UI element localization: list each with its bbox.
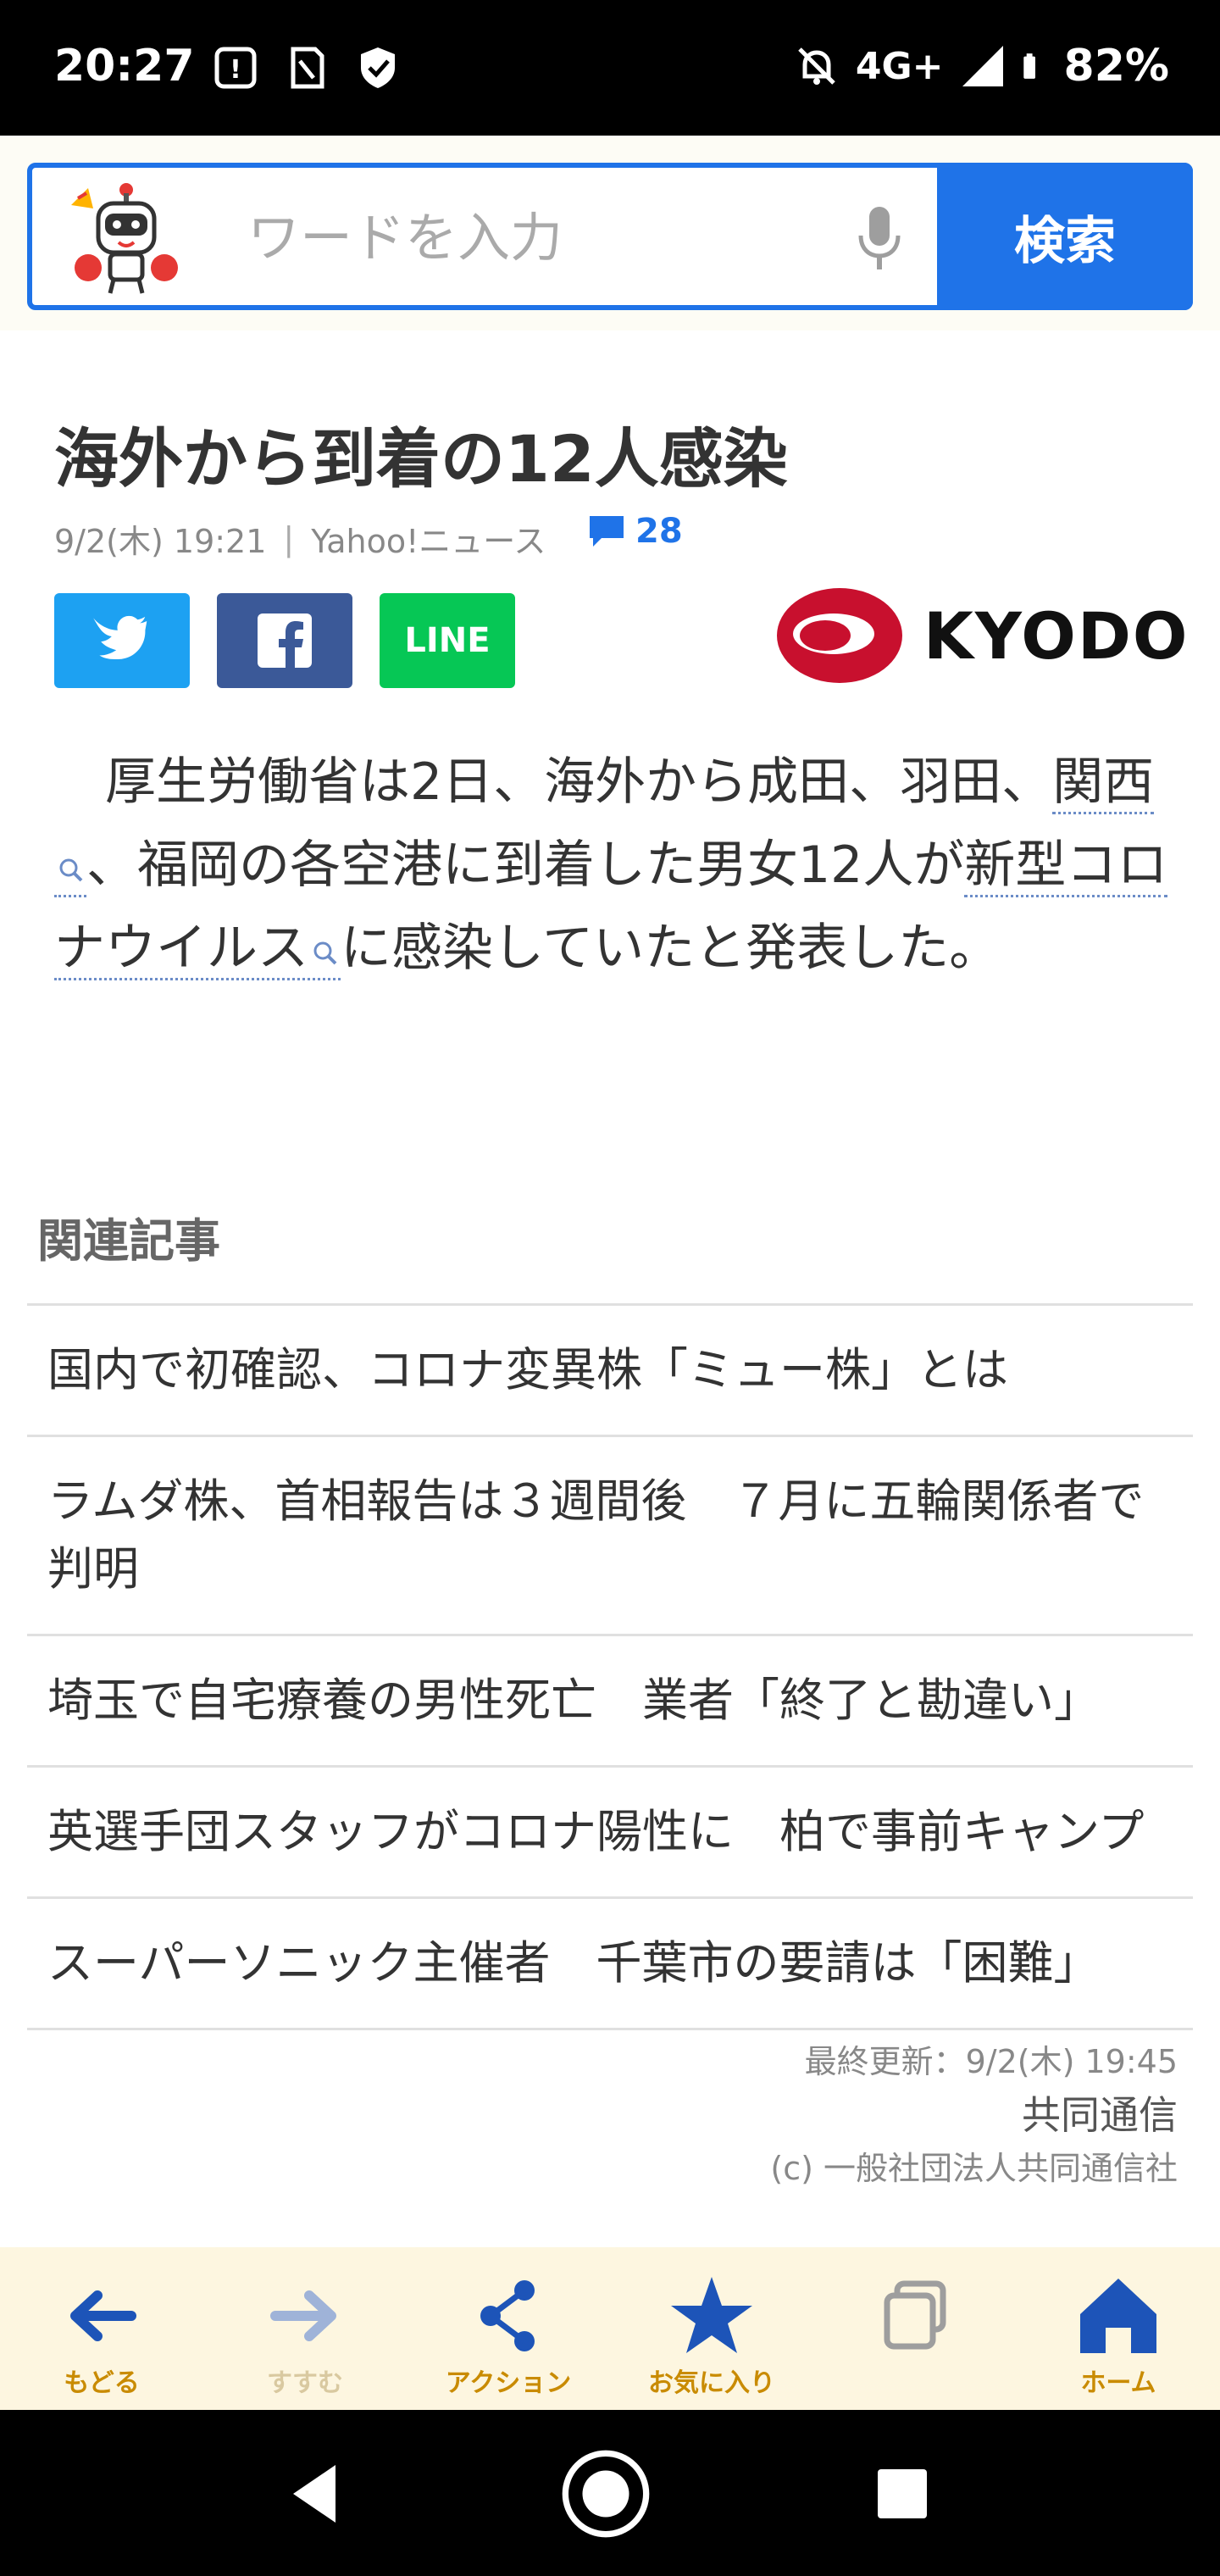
sim-icon <box>291 47 324 89</box>
system-recents-button[interactable] <box>856 2447 949 2540</box>
footer-source[interactable]: 共同通信 <box>770 2085 1178 2145</box>
system-home-button[interactable] <box>559 2447 652 2540</box>
network-type: 4G+ <box>855 44 944 88</box>
provider-logo[interactable]: KYODO <box>776 586 1190 685</box>
article-date: 9/2(木) 19:21 <box>54 523 267 560</box>
shield-icon <box>361 47 395 88</box>
status-bar: 20:27 ! 4G+ 82% <box>0 0 1220 136</box>
comments-link[interactable]: 28 <box>588 512 683 551</box>
keyword-text: 関西 <box>1052 752 1155 812</box>
provider-logo-text: KYODO <box>923 597 1190 674</box>
search-button[interactable]: 検索 <box>937 163 1193 310</box>
battery-level: 82% <box>1063 41 1169 92</box>
facebook-icon <box>258 613 312 668</box>
article-body-text: に感染していたと発表した。 <box>341 919 1001 978</box>
nav-back-button[interactable]: もどる <box>0 2247 203 2410</box>
article-footer: 最終更新：9/2(木) 19:45 共同通信 (c) 一般社団法人共同通信社 <box>770 2038 1178 2192</box>
nav-back-label: もどる <box>64 2368 140 2398</box>
search-box: 検索 <box>27 163 1193 310</box>
battery-icon <box>1023 53 1035 79</box>
line-label: LINE <box>404 621 491 660</box>
article-body: 厚生労働省は2日、海外から成田、羽田、関西、福岡の各空港に到着した男女12人が新… <box>54 741 1173 990</box>
bell-off-icon <box>798 47 835 85</box>
related-article-link[interactable]: スーパーソニック主催者 千葉市の要請は「困難」 <box>27 1899 1193 2030</box>
arrow-left-icon <box>70 2290 136 2341</box>
system-icons: 4G+ 82% <box>793 41 1169 92</box>
square-recents-icon <box>878 2469 927 2518</box>
share-icon <box>480 2280 535 2351</box>
search-header: 検索 <box>0 136 1220 330</box>
related-article-link[interactable]: ラムダ株、首相報告は３週間後 ７月に五輪関係者で判明 <box>27 1437 1193 1636</box>
search-icon <box>59 858 83 882</box>
kyodo-logo-icon <box>777 588 902 683</box>
article-title: 海外から到着の12人感染 <box>54 421 788 497</box>
svg-text:!: ! <box>230 55 241 85</box>
nav-tabs-button[interactable] <box>813 2247 1017 2410</box>
search-input[interactable] <box>247 186 840 288</box>
nav-favorites-label: お気に入り <box>648 2368 775 2398</box>
signal-icon <box>962 46 1003 86</box>
home-icon <box>1080 2279 1156 2353</box>
notification-app-icon: ! <box>214 47 257 89</box>
article-source[interactable]: Yahoo!ニュース <box>311 515 546 562</box>
copyright: (c) 一般社団法人共同通信社 <box>770 2150 1178 2187</box>
related-article-link[interactable]: 英選手団スタッフがコロナ陽性に 柏で事前キャンプ <box>27 1768 1193 1899</box>
tabs-icon <box>884 2280 946 2350</box>
microphone-icon[interactable] <box>846 202 913 278</box>
system-back-button[interactable] <box>268 2447 361 2540</box>
comment-count: 28 <box>635 512 683 551</box>
nav-action-label: アクション <box>445 2368 572 2398</box>
twitter-icon <box>93 615 147 659</box>
arrow-right-icon <box>270 2290 336 2341</box>
nav-home-label: ホーム <box>1080 2368 1156 2398</box>
system-nav-bar <box>0 2410 1220 2576</box>
nav-forward-label: すすむ <box>267 2368 343 2398</box>
related-articles-heading: 関連記事 <box>37 1214 220 1268</box>
notification-icons: ! <box>212 44 402 92</box>
share-line-button[interactable]: LINE <box>380 593 515 688</box>
nav-favorites-button[interactable]: お気に入り <box>610 2247 813 2410</box>
star-icon <box>671 2277 752 2353</box>
status-time: 20:27 <box>54 41 195 92</box>
circle-home-icon <box>562 2450 650 2538</box>
nav-forward-button[interactable]: すすむ <box>203 2247 407 2410</box>
yahoo-mascot-icon[interactable] <box>63 180 190 298</box>
comment-icon <box>590 516 624 547</box>
share-twitter-button[interactable] <box>54 593 190 688</box>
nav-action-button[interactable]: アクション <box>407 2247 610 2410</box>
related-articles-list: 国内で初確認、コロナ変異株「ミュー株」とは ラムダ株、首相報告は３週間後 ７月に… <box>27 1303 1193 2030</box>
related-article-link[interactable]: 埼玉で自宅療養の男性死亡 業者「終了と勘違い」 <box>27 1636 1193 1768</box>
article-body-text: 、福岡の各空港に到着した男女12人が <box>86 836 965 895</box>
last-updated: 最終更新：9/2(木) 19:45 <box>804 2043 1178 2080</box>
article-body-text: 厚生労働省は2日、海外から成田、羽田、 <box>54 752 1053 812</box>
nav-home-button[interactable]: ホーム <box>1017 2247 1220 2410</box>
bottom-nav: もどる すすむ アクション お気に入り ホーム <box>0 2247 1220 2410</box>
triangle-back-icon <box>293 2465 336 2523</box>
related-article-link[interactable]: 国内で初確認、コロナ変異株「ミュー株」とは <box>27 1306 1193 1437</box>
meta-divider: | <box>283 519 295 558</box>
search-icon <box>313 941 337 965</box>
article-meta: 9/2(木) 19:21 | Yahoo!ニュース <box>54 515 546 562</box>
share-facebook-button[interactable] <box>217 593 352 688</box>
